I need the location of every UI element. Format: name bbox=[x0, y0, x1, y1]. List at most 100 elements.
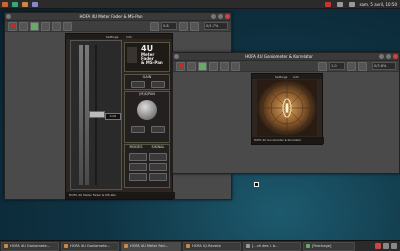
tab-settings[interactable]: Settings bbox=[106, 35, 118, 39]
tray-icon[interactable] bbox=[375, 243, 381, 249]
minimize-button[interactable] bbox=[379, 54, 384, 59]
preset-save-button[interactable] bbox=[198, 61, 207, 71]
ab-button[interactable] bbox=[187, 61, 196, 71]
undo-button[interactable] bbox=[63, 21, 72, 31]
mouse-cursor bbox=[254, 182, 259, 187]
settings-icon[interactable] bbox=[358, 61, 367, 71]
meter-fader-plugin: Settings Info 0.00 4U Meter Fader & MS-P… bbox=[65, 33, 175, 200]
task-label: [...vil des l. b... bbox=[252, 244, 279, 248]
preset-load-button[interactable] bbox=[209, 61, 218, 71]
taskbar: HOFA 4U Goniomete... HOFA 4U Goniomete..… bbox=[0, 240, 400, 251]
window-title: HOFA 4U Goniometer & Korrelator bbox=[245, 54, 313, 59]
app-icon bbox=[246, 244, 250, 248]
hofa-logo bbox=[127, 47, 137, 63]
plugin-footer: HOFA 4U Goniometer & Korrelator bbox=[252, 137, 324, 144]
meter-bar-left bbox=[79, 45, 83, 185]
mode-button-3[interactable] bbox=[129, 173, 147, 181]
volume-icon[interactable] bbox=[349, 1, 356, 7]
network-icon[interactable] bbox=[337, 1, 344, 7]
cpu-readout: 0/1.7% bbox=[204, 22, 228, 30]
goniometer-plugin: Settings Info HOFA 4U Goniometer & Korre… bbox=[251, 73, 324, 145]
titlebar[interactable]: HOFA 4U Meter Fader & MS-Pan bbox=[5, 13, 231, 21]
preset-delete-button[interactable] bbox=[220, 61, 229, 71]
bypass-button[interactable] bbox=[8, 21, 17, 31]
plugin-footer: HOFA 4U Meter Fader & MS-Pan bbox=[66, 192, 175, 199]
signal-label: SIGNAL bbox=[151, 145, 165, 149]
close-button[interactable] bbox=[393, 54, 398, 59]
task-label: HOFA 4U Goniomete... bbox=[70, 244, 111, 248]
brand-mspan: & MS-Pan bbox=[141, 60, 163, 65]
top-panel: sam. 5 avril, 10:50 bbox=[0, 0, 400, 9]
mode-button-1[interactable] bbox=[129, 153, 147, 161]
modes-section: MODES SIGNAL bbox=[124, 144, 170, 188]
task-label: [Patchage] bbox=[312, 244, 332, 248]
tab-info[interactable]: Info bbox=[126, 35, 132, 39]
maximize-button[interactable] bbox=[386, 54, 391, 59]
signal-button-1[interactable] bbox=[149, 153, 167, 161]
bypass-button[interactable] bbox=[176, 61, 185, 71]
host-toolbar: 0.8 0/1.7% bbox=[5, 21, 231, 32]
app-icon bbox=[64, 244, 68, 248]
menu-icon[interactable] bbox=[6, 14, 11, 19]
app-icon bbox=[306, 244, 310, 248]
tray-icon[interactable] bbox=[383, 243, 389, 249]
task-item[interactable]: HOFA 4U Goniomete... bbox=[61, 241, 119, 251]
minimize-button[interactable] bbox=[211, 14, 216, 19]
ab-button[interactable] bbox=[19, 21, 28, 31]
clock[interactable]: sam. 5 avril, 10:50 bbox=[359, 2, 397, 7]
fader-handle[interactable] bbox=[89, 111, 105, 118]
files-icon[interactable] bbox=[32, 1, 38, 7]
browser-icon[interactable] bbox=[22, 1, 28, 7]
gain-right[interactable] bbox=[151, 81, 165, 88]
zoom-in-button[interactable] bbox=[347, 61, 356, 71]
gain-left[interactable] bbox=[131, 81, 145, 88]
zoom-field[interactable]: 0.8 bbox=[161, 22, 177, 30]
cpu-readout: 0/3.6% bbox=[372, 62, 396, 70]
tab-settings[interactable]: Settings bbox=[275, 75, 287, 79]
modes-label: MODES bbox=[129, 145, 143, 149]
menu-icon[interactable] bbox=[174, 54, 179, 59]
maximize-button[interactable] bbox=[218, 14, 223, 19]
mode-button-2[interactable] bbox=[129, 163, 147, 171]
signal-button-3[interactable] bbox=[149, 173, 167, 181]
task-label: HOFA 4U Goniomete... bbox=[10, 244, 51, 248]
mspan-knob[interactable] bbox=[137, 100, 157, 120]
zoom-field[interactable]: 1.0 bbox=[329, 62, 345, 70]
titlebar[interactable]: HOFA 4U Goniometer & Korrelator bbox=[173, 53, 399, 61]
window-goniometer: HOFA 4U Goniometer & Korrelator 1.0 0/3.… bbox=[172, 52, 400, 174]
preset-save-button[interactable] bbox=[30, 21, 39, 31]
host-toolbar: 1.0 0/3.6% bbox=[173, 61, 399, 72]
app-icon bbox=[4, 244, 8, 248]
zoom-out-button[interactable] bbox=[318, 61, 327, 71]
desktop: { "topbar": {"clock": "sam. 5 avril, 10:… bbox=[0, 0, 400, 251]
tray-icon[interactable] bbox=[391, 243, 397, 249]
tab-info[interactable]: Info bbox=[293, 75, 299, 79]
mspan-mid[interactable] bbox=[131, 126, 145, 133]
gain-label: GAIN bbox=[142, 75, 152, 79]
task-label: HOFA IQ-Reverb bbox=[192, 244, 221, 248]
notification-icon[interactable] bbox=[325, 1, 332, 7]
preset-load-button[interactable] bbox=[41, 21, 50, 31]
mspan-section: (M)S/PAN bbox=[124, 91, 170, 143]
gain-section: GAIN bbox=[124, 74, 170, 90]
preset-delete-button[interactable] bbox=[52, 21, 61, 31]
task-item[interactable]: [...vil des l. b... bbox=[243, 241, 301, 251]
zoom-out-button[interactable] bbox=[150, 21, 159, 31]
window-title: HOFA 4U Meter Fader & MS-Pan bbox=[79, 14, 143, 19]
undo-button[interactable] bbox=[231, 61, 240, 71]
settings-icon[interactable] bbox=[190, 21, 199, 31]
mspan-side[interactable] bbox=[151, 126, 165, 133]
signal-button-2[interactable] bbox=[149, 163, 167, 171]
app-menu-icon[interactable] bbox=[2, 1, 8, 7]
task-item[interactable]: [Patchage] bbox=[303, 241, 355, 251]
terminal-icon[interactable] bbox=[12, 1, 18, 7]
task-item[interactable]: HOFA IQ-Reverb bbox=[183, 241, 241, 251]
close-button[interactable] bbox=[225, 14, 230, 19]
brand-panel: 4U Meter Fader & MS-Pan bbox=[124, 42, 170, 72]
task-item[interactable]: HOFA 4U Meter Fad... bbox=[121, 241, 181, 251]
task-item[interactable]: HOFA 4U Goniomete... bbox=[1, 241, 59, 251]
meter-area: 0.00 bbox=[70, 40, 122, 190]
goniometer-display bbox=[257, 80, 317, 136]
task-label: HOFA 4U Meter Fad... bbox=[130, 244, 169, 248]
zoom-in-button[interactable] bbox=[179, 21, 188, 31]
